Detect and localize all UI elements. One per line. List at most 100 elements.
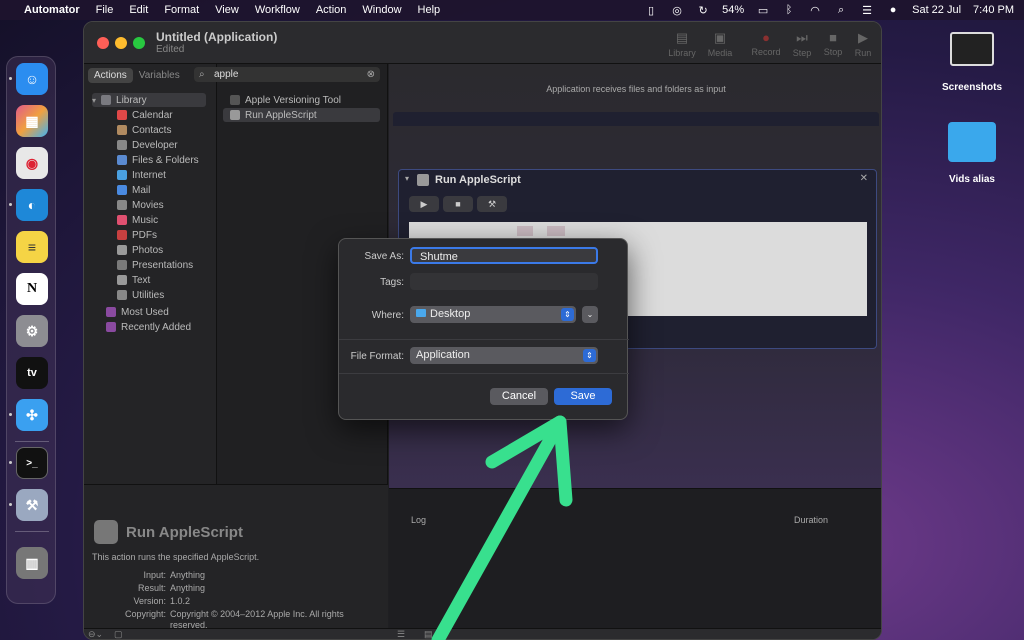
menu-view[interactable]: View (207, 4, 247, 16)
settings-icon[interactable]: ⚙ (16, 315, 48, 347)
log-view-icon[interactable]: ▤ (424, 629, 433, 639)
tags-field[interactable] (410, 273, 598, 290)
sidebar-item-developer[interactable]: Developer (117, 138, 178, 152)
desktop-item-screenshots[interactable]: Screenshots (932, 32, 1012, 93)
desktop-item-vids-alias[interactable]: Vids alias (932, 122, 1012, 185)
sidebar-item-photos[interactable]: Photos (117, 243, 163, 257)
sidebar-item-calendar[interactable]: Calendar (117, 108, 173, 122)
info-pane-icon[interactable]: ▢ (114, 629, 123, 639)
text-icon (117, 275, 127, 285)
edge-icon[interactable]: ◐ (16, 189, 48, 221)
list-view-icon[interactable]: ☰ (397, 629, 405, 639)
sidebar-item-movies[interactable]: Movies (117, 198, 164, 212)
presentations-icon (117, 260, 127, 270)
sidebar-item-files-folders[interactable]: Files & Folders (117, 153, 199, 167)
toolbar-record-button[interactable]: ● Record (746, 30, 786, 57)
menu-format[interactable]: Format (156, 4, 207, 16)
window-subtitle: Edited (156, 44, 185, 55)
sidebar-item-contacts[interactable]: Contacts (117, 123, 171, 137)
menubar-date[interactable]: Sat 22 Jul (912, 4, 961, 16)
minimize-window-icon[interactable] (115, 37, 127, 49)
sidebar-item-library[interactable]: ▾ Library (92, 93, 206, 107)
clear-search-icon[interactable]: ⊗ (367, 67, 375, 82)
sidebar-item-recently-added[interactable]: Recently Added (106, 320, 191, 334)
window-title: Untitled (Application) (156, 30, 278, 44)
wifi-icon[interactable]: ◠ (808, 3, 822, 17)
applescript-icon (417, 174, 429, 186)
safari-icon[interactable]: ✣ (16, 399, 48, 431)
sidebar-item-internet[interactable]: Internet (117, 168, 166, 182)
control-center-icon[interactable]: ☰ (860, 3, 874, 17)
duration-column-header[interactable]: Duration (794, 515, 828, 525)
where-popup[interactable]: Desktop ⇕ (410, 306, 576, 323)
expand-dialog-button[interactable]: ⌄ (582, 306, 598, 323)
terminal-action-icon (230, 95, 240, 105)
spotlight-search-icon[interactable]: ⌕ (834, 3, 848, 17)
file-format-popup[interactable]: Application ⇕ (410, 347, 598, 364)
where-label: Where: (371, 310, 404, 321)
movies-icon (117, 200, 127, 210)
notion-icon[interactable]: N (16, 273, 48, 305)
running-indicator (9, 203, 12, 206)
globe-icon (117, 170, 127, 180)
toolbar-library-button[interactable]: ▤ Library (662, 30, 702, 58)
menu-action[interactable]: Action (308, 4, 355, 16)
search-input[interactable]: ⌕ apple ⊗ (194, 67, 380, 82)
battery-icon[interactable]: ▭ (756, 3, 770, 17)
launchpad-icon[interactable]: ▦ (16, 105, 48, 137)
compile-script-button[interactable]: ⚒ (477, 196, 507, 212)
sync-icon[interactable]: ↻ (696, 3, 710, 17)
menubar-time[interactable]: 7:40 PM (973, 4, 1014, 16)
bluetooth-icon[interactable]: ᛒ (782, 3, 796, 17)
sidebar-item-most-used[interactable]: Most Used (106, 305, 169, 319)
list-item-apple-versioning-tool[interactable]: Apple Versioning Tool (230, 93, 341, 107)
automator-icon[interactable]: ⚒ (16, 489, 48, 521)
sidebar-item-presentations[interactable]: Presentations (117, 258, 193, 272)
zoom-window-icon[interactable] (133, 37, 145, 49)
tab-variables[interactable]: Variables (133, 68, 186, 83)
stop-script-button[interactable]: ■ (443, 196, 473, 212)
disclosure-triangle-icon[interactable]: ▾ (92, 96, 96, 105)
running-indicator (9, 77, 12, 80)
remove-action-icon[interactable]: ✕ (860, 173, 868, 184)
toolbar-media-button[interactable]: ▣ Media (700, 30, 740, 58)
tab-actions[interactable]: Actions (88, 68, 133, 83)
play-status-icon[interactable]: ◎ (670, 3, 684, 17)
action-menu-icon[interactable]: ⊖⌄ (88, 629, 103, 639)
window-bottom-bar: ⊖⌄ ▢ ☰ ▤ (84, 628, 881, 639)
notes-icon[interactable]: ≡ (16, 231, 48, 263)
collapse-triangle-icon[interactable]: ▾ (405, 174, 409, 183)
log-column-header[interactable]: Log (411, 515, 426, 525)
siri-icon[interactable]: ● (886, 3, 900, 17)
menu-edit[interactable]: Edit (121, 4, 156, 16)
sidebar-item-pdfs[interactable]: PDFs (117, 228, 157, 242)
menu-window[interactable]: Window (354, 4, 409, 16)
script-menu-icon[interactable]: ▯ (644, 3, 658, 17)
stop-icon: ■ (455, 199, 461, 209)
log-pane: Log Duration (389, 488, 881, 628)
trash-icon[interactable]: ▥ (16, 547, 48, 579)
chrome-icon[interactable]: ◉ (16, 147, 48, 179)
sidebar-item-music[interactable]: Music (117, 213, 158, 227)
menu-file[interactable]: File (88, 4, 122, 16)
menu-app-name[interactable]: Automator (16, 4, 88, 16)
run-script-button[interactable]: ▶ (409, 196, 439, 212)
terminal-icon[interactable]: >_ (16, 447, 48, 479)
description-title: Run AppleScript (126, 524, 243, 541)
sidebar-item-text[interactable]: Text (117, 273, 150, 287)
menu-workflow[interactable]: Workflow (247, 4, 308, 16)
dock-separator (15, 531, 49, 532)
close-window-icon[interactable] (97, 37, 109, 49)
menu-help[interactable]: Help (410, 4, 449, 16)
sidebar-item-mail[interactable]: Mail (117, 183, 150, 197)
toolbar-run-button[interactable]: ▶ Run (843, 30, 881, 58)
sidebar-item-utilities[interactable]: Utilities (117, 288, 164, 302)
finder-icon[interactable]: ☺ (16, 63, 48, 95)
list-item-run-applescript[interactable]: Run AppleScript (223, 108, 380, 122)
smart-folder-icon (106, 322, 116, 332)
appletv-icon[interactable]: tv (16, 357, 48, 389)
save-as-field[interactable]: Shutme (410, 247, 598, 264)
save-button[interactable]: Save (554, 388, 612, 405)
cancel-button[interactable]: Cancel (490, 388, 548, 405)
library-folder-icon (101, 95, 112, 105)
